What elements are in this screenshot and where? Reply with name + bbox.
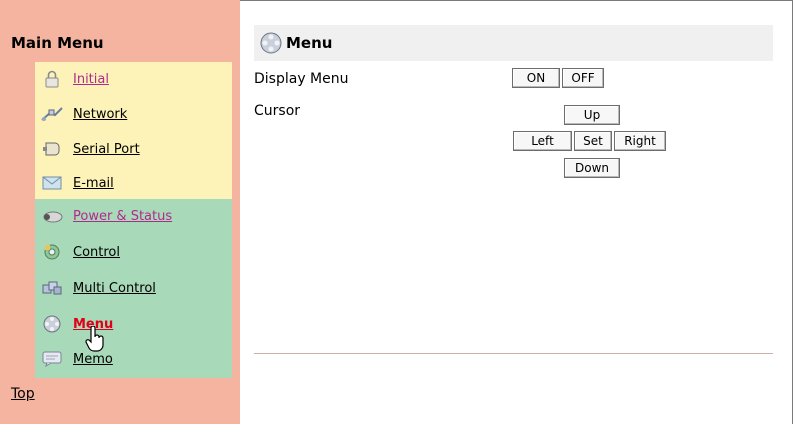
display-menu-off-button[interactable]: OFF: [562, 68, 604, 88]
display-menu-label: Display Menu: [254, 71, 349, 87]
cursor-set-button[interactable]: Set: [574, 131, 612, 151]
cursor-right-button[interactable]: Right: [614, 131, 666, 151]
serial-port-icon: [41, 140, 63, 158]
setup-group: Initial Network Serial Port E-mail: [35, 62, 232, 199]
sidebar-item-label[interactable]: Serial Port: [73, 142, 140, 157]
cursor-label: Cursor: [254, 103, 301, 119]
sidebar-item-power-status[interactable]: Power & Status: [35, 201, 232, 231]
top-link[interactable]: Top: [11, 386, 35, 402]
email-icon: [41, 174, 63, 192]
sidebar-item-multi-control[interactable]: Multi Control: [35, 273, 232, 303]
page-title: Menu: [286, 34, 333, 52]
sidebar-item-label[interactable]: Multi Control: [73, 281, 156, 296]
sidebar-item-menu[interactable]: Menu: [35, 309, 232, 339]
sidebar-title: Main Menu: [11, 34, 104, 52]
sidebar-item-email[interactable]: E-mail: [35, 168, 232, 198]
menu-icon: [260, 32, 282, 54]
lock-icon: [41, 70, 63, 88]
cursor-up-button[interactable]: Up: [564, 105, 620, 125]
cursor-left-button[interactable]: Left: [513, 131, 572, 151]
sidebar-item-network[interactable]: Network: [35, 99, 232, 129]
multi-control-icon: [41, 279, 63, 297]
sidebar-item-label[interactable]: Initial: [73, 72, 109, 87]
display-menu-on-button[interactable]: ON: [512, 68, 560, 88]
pointer-hand-icon: [85, 326, 104, 352]
operation-group: Power & Status Control Multi Control Men…: [35, 199, 232, 378]
sidebar: Main Menu Initial Network Serial Port E-…: [0, 0, 240, 424]
network-icon: [41, 105, 63, 123]
sidebar-item-serial-port[interactable]: Serial Port: [35, 134, 232, 164]
page-header: Menu: [254, 25, 773, 61]
menu-icon: [41, 315, 63, 333]
projector-icon: [41, 207, 63, 225]
sidebar-item-label[interactable]: Control: [73, 245, 120, 260]
sidebar-item-initial[interactable]: Initial: [35, 64, 232, 94]
sidebar-item-memo[interactable]: Memo: [35, 344, 232, 374]
sidebar-item-control[interactable]: Control: [35, 237, 232, 267]
sidebar-item-label[interactable]: E-mail: [73, 176, 114, 191]
divider: [254, 353, 773, 354]
sidebar-item-label[interactable]: Power & Status: [73, 209, 172, 224]
cursor-down-button[interactable]: Down: [564, 158, 620, 178]
memo-icon: [41, 350, 63, 368]
sidebar-item-label[interactable]: Memo: [73, 352, 113, 367]
sidebar-item-label[interactable]: Network: [73, 107, 127, 122]
control-icon: [41, 243, 63, 261]
